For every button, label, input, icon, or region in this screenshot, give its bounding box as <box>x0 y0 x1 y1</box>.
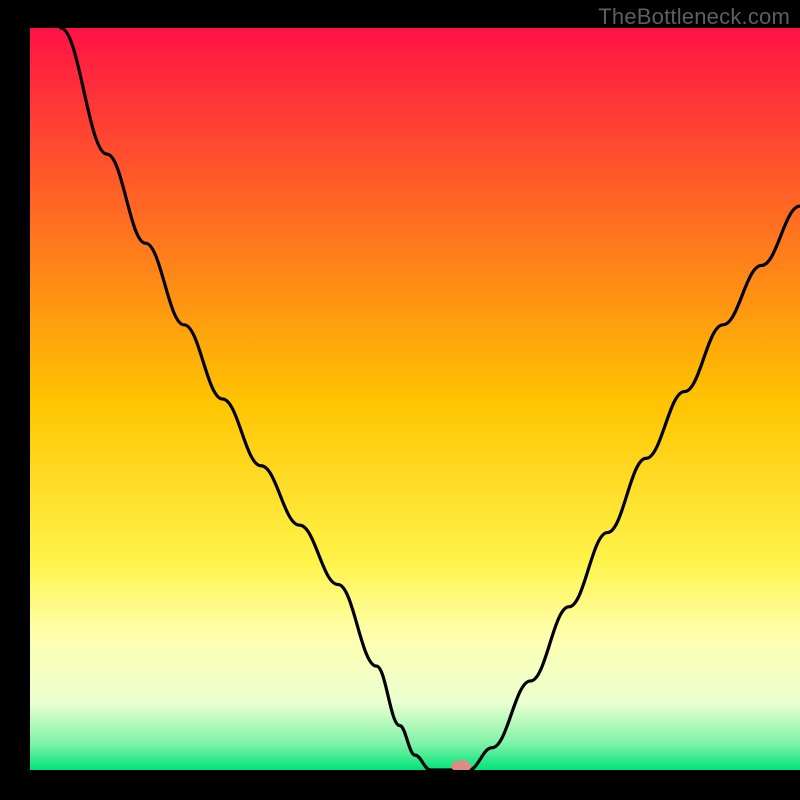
plot-background <box>30 28 800 770</box>
watermark-text: TheBottleneck.com <box>598 4 790 30</box>
frame-left <box>0 0 30 800</box>
bottleneck-chart <box>0 0 800 800</box>
chart-frame: TheBottleneck.com <box>0 0 800 800</box>
frame-bottom <box>0 770 800 800</box>
